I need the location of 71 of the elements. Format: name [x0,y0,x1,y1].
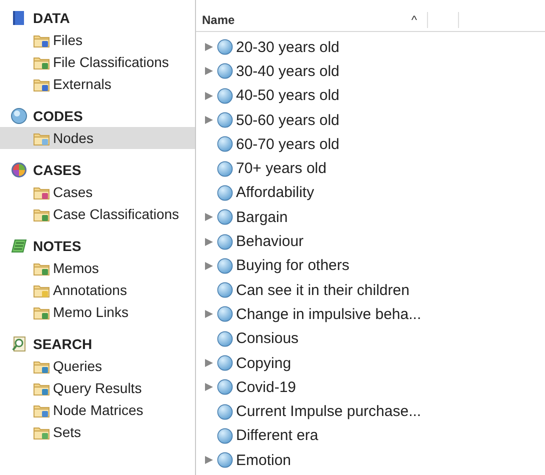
node-sphere-icon [217,306,233,322]
node-sphere-icon [217,136,233,152]
disclosure-triangle-icon[interactable] [204,90,214,101]
node-sphere-icon [217,184,233,201]
section-heading: SEARCH [33,336,92,352]
node-name[interactable]: 40-50 years old [236,87,340,104]
sphere-icon [10,107,28,125]
disclosure-triangle-icon[interactable] [204,309,214,320]
sort-caret-icon: ^ [411,13,417,27]
sidebar-item[interactable]: Case Classifications [0,203,195,225]
node-sphere-icon [217,160,233,177]
node-name[interactable]: Buying for others [236,257,350,274]
sidebar-item[interactable]: Nodes [0,127,195,149]
disclosure-triangle-icon[interactable] [204,66,214,76]
node-sphere-icon [217,234,233,250]
node-name[interactable]: Behaviour [236,233,304,250]
sidebar-item[interactable]: Sets [0,421,195,443]
node-name[interactable]: Emotion [236,452,292,469]
quadrant-circle-icon [10,161,28,179]
node-sphere-icon [217,404,233,420]
node-name[interactable]: Consious [236,330,299,348]
disclosure-triangle-icon[interactable] [204,358,214,368]
sidebar-item[interactable]: Annotations [0,279,195,301]
disclosure-triangle-icon[interactable] [204,115,214,126]
node-sphere-icon [217,428,233,444]
section-heading: DATA [33,10,70,26]
node-name[interactable]: 60-70 years old [236,136,340,153]
node-name[interactable]: 30-40 years old [236,62,340,80]
section-heading: CODES [33,108,83,124]
node-sphere-icon [217,112,233,128]
sidebar-item[interactable]: Cases [0,181,195,203]
section-heading: CASES [33,162,82,178]
sidebar-item[interactable]: Node Matrices [0,399,195,421]
sidebar-item[interactable]: Memo Links [0,301,195,323]
section-heading: NOTES [33,238,82,254]
disclosure-triangle-icon[interactable] [204,455,214,466]
node-name[interactable]: Current Impulse purchase... [236,403,422,420]
node-name[interactable]: Change in impulsive beha... [236,306,422,323]
node-sphere-icon [217,209,233,226]
disclosure-triangle-icon[interactable] [204,212,214,222]
disclosure-triangle-icon[interactable] [204,382,214,392]
disclosure-triangle-icon[interactable] [204,260,214,271]
disclosure-triangle-icon[interactable] [204,42,214,52]
node-name[interactable]: 50-60 years old [236,112,340,129]
node-name[interactable]: Affordability [236,184,314,202]
search-icon [10,335,28,353]
node-name[interactable]: 70+ years old [236,160,326,178]
node-sphere-icon [217,355,233,371]
node-name[interactable]: Covid-19 [236,378,296,396]
node-sphere-icon [217,88,233,104]
column-header[interactable]: Name ^ [196,12,428,28]
sidebar-item[interactable]: Query Results [0,377,195,399]
sidebar-item[interactable]: File Classifications [0,51,195,73]
node-sphere-icon [217,258,233,274]
node-sphere-icon [217,63,233,80]
sidebar-item[interactable]: Memos [0,257,195,279]
node-sphere-icon [217,330,233,347]
sidebar-item[interactable]: Files [0,29,195,51]
node-name[interactable]: Copying [236,354,292,372]
disclosure-triangle-icon[interactable] [204,236,214,247]
node-sphere-icon [217,282,233,298]
sidebar-item[interactable]: Queries [0,355,195,377]
node-sphere-icon [217,39,233,56]
node-name[interactable]: 20-30 years old [236,38,340,56]
node-name[interactable]: Bargain [236,208,288,226]
notepad-icon [10,237,28,255]
node-name[interactable]: Can see it in their children [236,282,410,299]
node-sphere-icon [217,452,233,468]
sidebar-item[interactable]: Externals [0,73,195,95]
node-sphere-icon [217,379,233,396]
node-name[interactable]: Different era [236,427,318,444]
